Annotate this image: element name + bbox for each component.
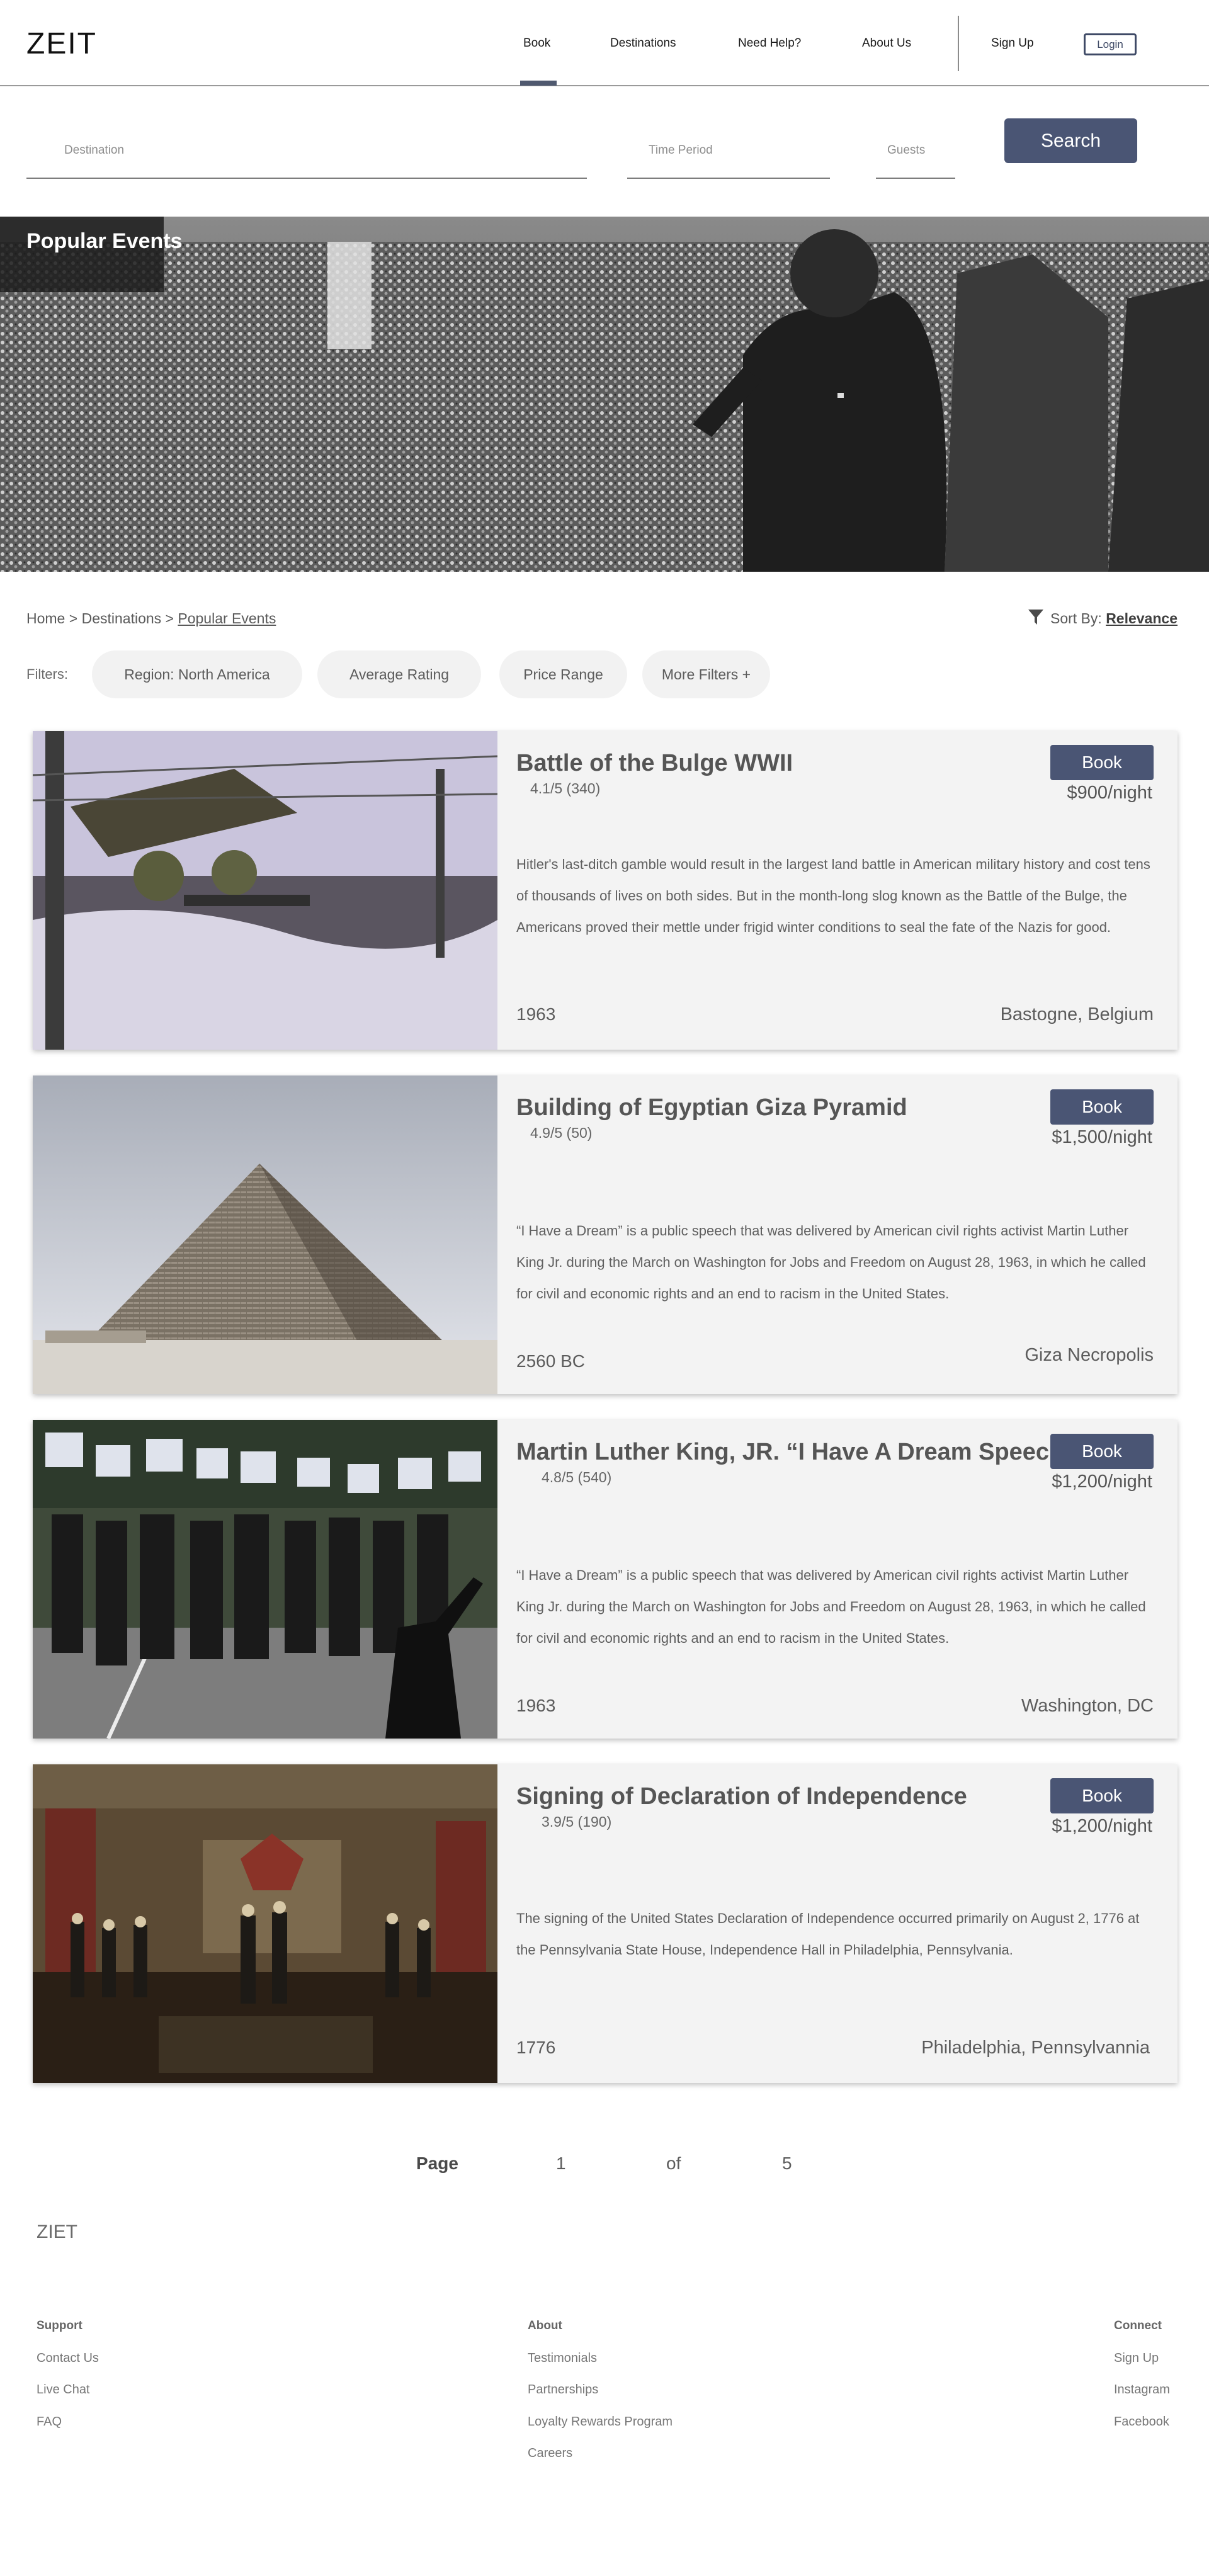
footer-link-instagram[interactable]: Instagram: [1114, 2383, 1170, 2397]
event-description: Hitler's last-ditch gamble would result …: [516, 856, 1150, 935]
event-price: $900/night: [1067, 783, 1152, 803]
sort-value[interactable]: Relevance: [1106, 610, 1178, 627]
crowd-photo: [0, 217, 1209, 572]
brand-logo[interactable]: ZEIT: [26, 26, 97, 61]
top-nav: ZEIT Book Destinations Need Help? About …: [0, 0, 1209, 86]
pagination-total[interactable]: 5: [782, 2153, 792, 2174]
filter-chip-more[interactable]: More Filters +: [642, 650, 770, 698]
march-photo: [33, 1420, 497, 1739]
hero-image: [0, 217, 1209, 572]
event-image-march: [33, 1420, 497, 1739]
event-card[interactable]: Signing of Declaration of Independence 3…: [33, 1764, 1178, 2083]
breadcrumb-separator: >: [165, 610, 174, 627]
event-title[interactable]: Building of Egyptian Giza Pyramid: [516, 1094, 907, 1121]
footer-about-heading: About: [528, 2319, 562, 2332]
sort-control[interactable]: Sort By: Relevance: [1050, 610, 1178, 627]
declaration-painting: [33, 1764, 497, 2083]
event-year: 2560 BC: [516, 1351, 585, 1371]
event-card[interactable]: Battle of the Bulge WWII 4.1/5 (340) Boo…: [33, 731, 1178, 1050]
book-button[interactable]: Book: [1050, 745, 1154, 780]
nav-link-about[interactable]: About Us: [862, 37, 911, 50]
search-button[interactable]: Search: [1004, 118, 1137, 163]
book-button[interactable]: Book: [1050, 1089, 1154, 1125]
pagination-label: Page: [416, 2153, 458, 2173]
event-year: 1963: [516, 1004, 556, 1024]
filter-funnel-icon[interactable]: [1028, 610, 1043, 626]
footer-link-facebook[interactable]: Facebook: [1114, 2415, 1169, 2429]
footer-logo[interactable]: ZIET: [37, 2221, 77, 2243]
nav-link-help[interactable]: Need Help?: [738, 37, 801, 50]
time-period-placeholder: Time Period: [649, 144, 713, 157]
guests-placeholder: Guests: [887, 144, 926, 157]
event-price: $1,200/night: [1052, 1472, 1152, 1492]
event-image-battle: [33, 731, 497, 1050]
breadcrumb: Home > Destinations > Popular Events: [26, 610, 276, 627]
event-location: Bastogne, Belgium: [1000, 1004, 1154, 1024]
event-image-pyramid: [33, 1075, 497, 1394]
filter-chip-price[interactable]: Price Range: [499, 650, 627, 698]
event-rating: 4.8/5 (540): [542, 1469, 612, 1485]
event-year: 1776: [516, 2038, 556, 2057]
event-title[interactable]: Martin Luther King, JR. “I Have A Dream …: [516, 1439, 1076, 1466]
time-period-field[interactable]: Time Period: [627, 126, 830, 179]
footer-link-testimonials[interactable]: Testimonials: [528, 2351, 597, 2366]
event-image-declaration: [33, 1764, 497, 2083]
hero-title: Popular Events: [26, 229, 183, 253]
event-title[interactable]: Battle of the Bulge WWII: [516, 750, 793, 777]
event-rating: 3.9/5 (190): [542, 1813, 612, 1830]
event-location: Giza Necropolis: [1025, 1345, 1154, 1365]
soldiers-photo: [33, 731, 497, 1050]
event-description: The signing of the United States Declara…: [516, 1910, 1140, 1958]
nav-active-indicator: [520, 81, 557, 86]
destination-placeholder: Destination: [64, 144, 125, 157]
event-price: $1,500/night: [1052, 1127, 1152, 1147]
nav-divider: [958, 16, 959, 71]
pagination-current[interactable]: 1: [556, 2153, 566, 2174]
pagination-of: of: [666, 2153, 681, 2173]
footer-support-heading: Support: [37, 2319, 82, 2332]
nav-link-book[interactable]: Book: [523, 37, 550, 50]
event-year: 1963: [516, 1696, 556, 1715]
event-rating: 4.9/5 (50): [530, 1125, 593, 1141]
signup-link[interactable]: Sign Up: [991, 37, 1034, 50]
pyramid-photo: [33, 1075, 497, 1394]
event-title[interactable]: Signing of Declaration of Independence: [516, 1783, 967, 1810]
event-rating: 4.1/5 (340): [530, 780, 601, 797]
login-button[interactable]: Login: [1084, 33, 1137, 55]
guests-field[interactable]: Guests: [876, 126, 955, 179]
footer-link-loyalty[interactable]: Loyalty Rewards Program: [528, 2415, 673, 2429]
event-location: Philadelphia, Pennsylvannia: [921, 2038, 1150, 2058]
book-button[interactable]: Book: [1050, 1778, 1154, 1813]
footer-link-faq[interactable]: FAQ: [37, 2415, 62, 2429]
footer-link-signup[interactable]: Sign Up: [1114, 2351, 1159, 2366]
event-card[interactable]: Martin Luther King, JR. “I Have A Dream …: [33, 1420, 1178, 1739]
footer-link-contact[interactable]: Contact Us: [37, 2351, 99, 2366]
breadcrumb-home[interactable]: Home: [26, 610, 65, 627]
footer-link-live-chat[interactable]: Live Chat: [37, 2383, 90, 2397]
event-description: “I Have a Dream” is a public speech that…: [516, 1223, 1146, 1302]
footer-connect-heading: Connect: [1114, 2319, 1162, 2332]
book-button[interactable]: Book: [1050, 1434, 1154, 1469]
nav-link-destinations[interactable]: Destinations: [610, 37, 676, 50]
event-location: Washington, DC: [1021, 1696, 1154, 1716]
filter-chip-region[interactable]: Region: North America: [92, 650, 302, 698]
event-price: $1,200/night: [1052, 1816, 1152, 1836]
filters-label: Filters:: [26, 666, 68, 682]
breadcrumb-separator: >: [69, 610, 78, 627]
sort-label: Sort By:: [1050, 610, 1102, 627]
destination-field[interactable]: Destination: [26, 126, 587, 179]
event-description: “I Have a Dream” is a public speech that…: [516, 1567, 1146, 1646]
footer-link-partnerships[interactable]: Partnerships: [528, 2383, 598, 2397]
breadcrumb-destinations[interactable]: Destinations: [82, 610, 162, 627]
footer-link-careers[interactable]: Careers: [528, 2446, 572, 2461]
filter-chip-rating[interactable]: Average Rating: [317, 650, 481, 698]
breadcrumb-current[interactable]: Popular Events: [178, 610, 276, 627]
event-card[interactable]: Building of Egyptian Giza Pyramid 4.9/5 …: [33, 1075, 1178, 1394]
